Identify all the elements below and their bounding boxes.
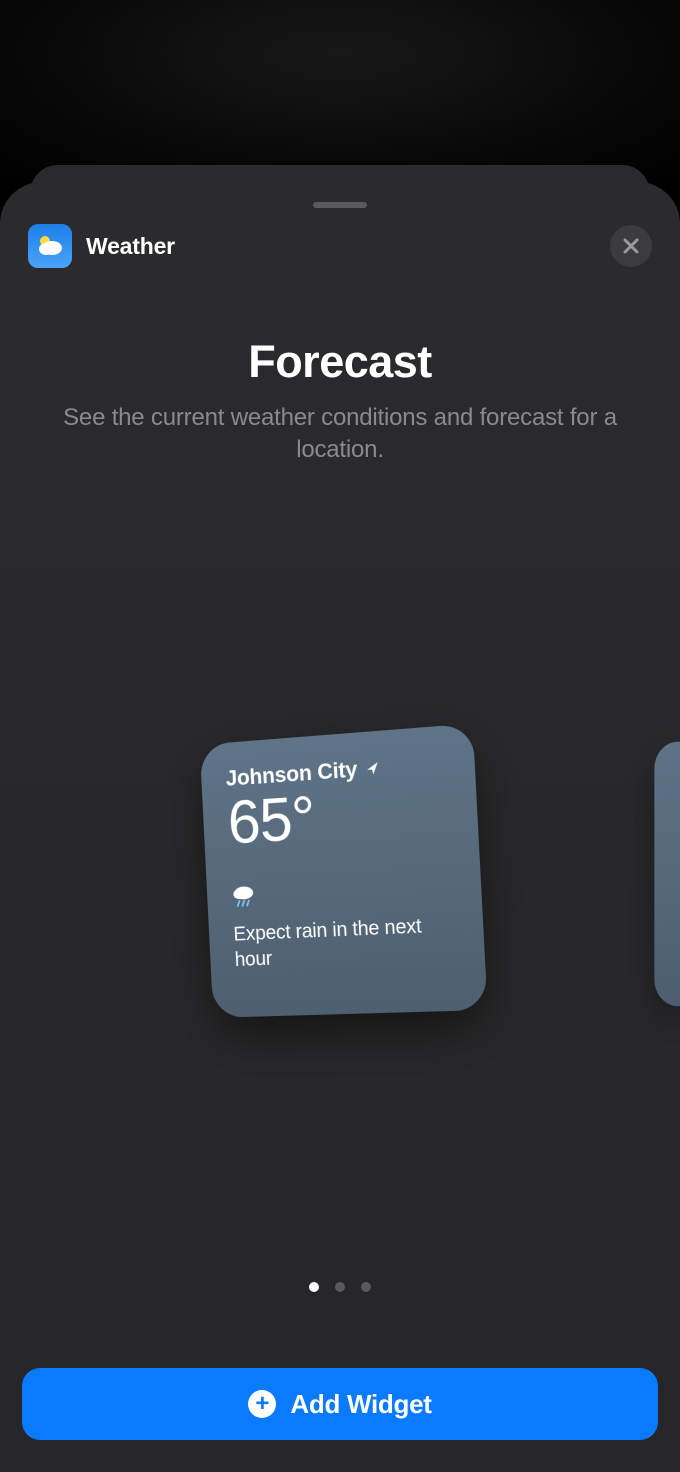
pagination-dots[interactable]	[0, 1282, 680, 1292]
weather-icon	[34, 230, 66, 262]
pagination-dot-1[interactable]	[309, 1282, 319, 1292]
plus-icon: +	[255, 1392, 269, 1416]
page-title: Forecast	[0, 336, 680, 388]
sheet-grabber[interactable]	[313, 202, 367, 208]
sheet-header: Weather	[0, 224, 680, 268]
location-arrow-icon	[365, 760, 382, 777]
pagination-dot-2[interactable]	[335, 1282, 345, 1292]
app-name-label: Weather	[86, 233, 175, 260]
widget-temperature: 65°	[226, 779, 452, 855]
close-button[interactable]	[610, 225, 652, 267]
widget-preview-next-peek[interactable]	[654, 741, 680, 1007]
add-widget-label: Add Widget	[290, 1389, 431, 1420]
page-subtitle: See the current weather conditions and f…	[0, 402, 680, 467]
widget-picker-sheet: Weather Forecast See the current weather…	[0, 182, 680, 1472]
pagination-dot-3[interactable]	[361, 1282, 371, 1292]
plus-circle-icon: +	[248, 1390, 276, 1418]
cloud-rain-icon	[231, 883, 257, 910]
widget-preview-small[interactable]: Johnson City 65° Expect rain in the next…	[200, 724, 488, 1018]
background-texture	[0, 0, 680, 180]
widget-description: Expect rain in the next hour	[233, 912, 459, 973]
weather-app-icon	[28, 224, 72, 268]
add-widget-button[interactable]: + Add Widget	[22, 1368, 658, 1440]
close-icon	[622, 237, 640, 255]
widget-size-carousel[interactable]: Johnson City 65° Expect rain in the next…	[0, 467, 680, 1282]
